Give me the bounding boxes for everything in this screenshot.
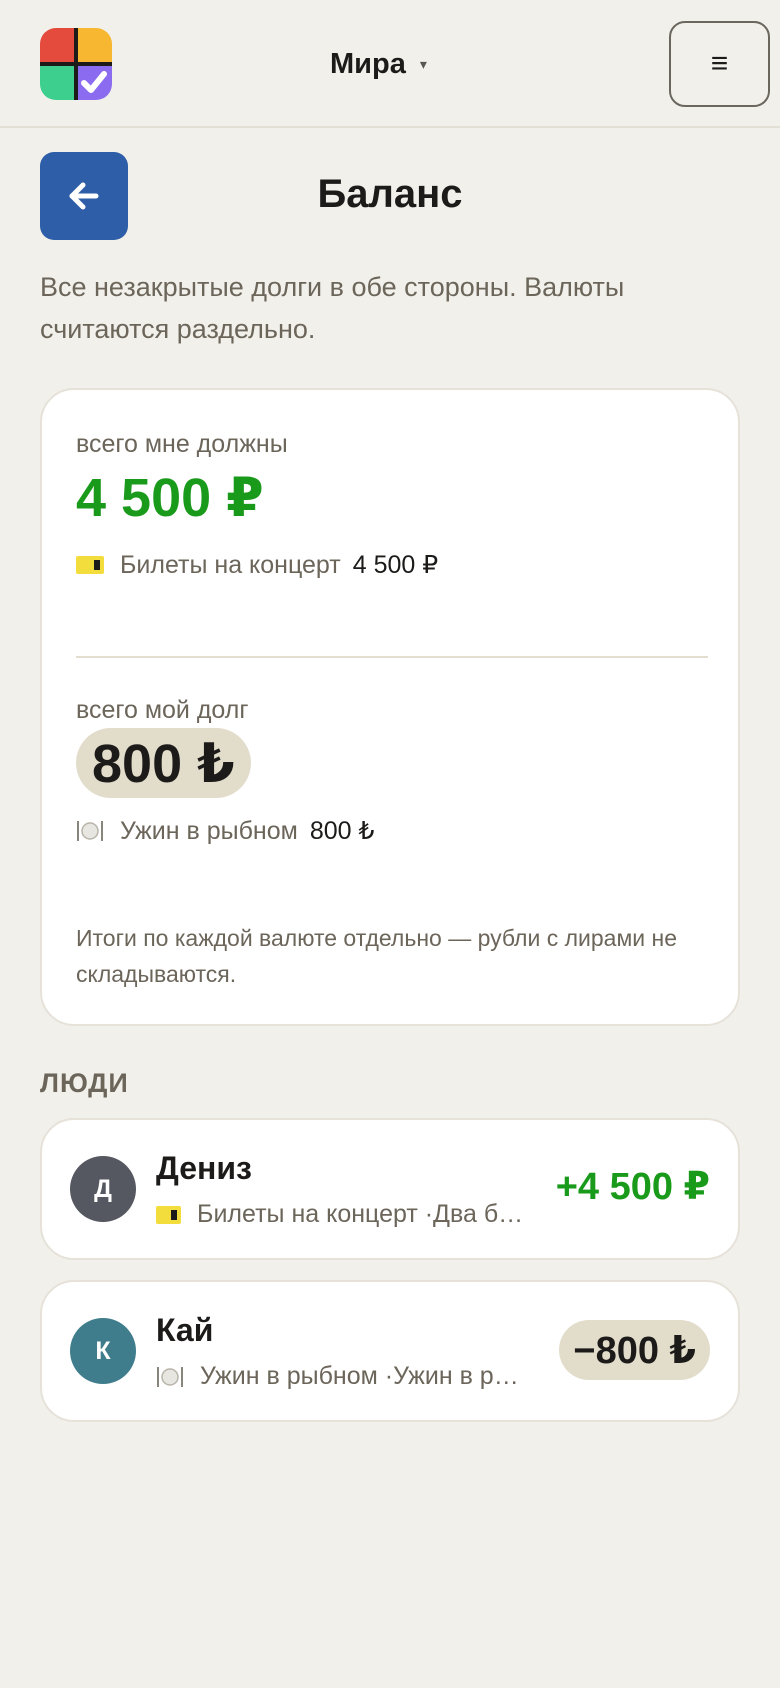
balance-summary-card: всего мне должны 4 500 ₽ Билеты на конце… [40,388,740,1026]
person-subtitle: Билеты на концерт ·Два билета [156,1200,526,1229]
app-logo-icon[interactable] [40,28,112,100]
plate-cutlery-icon [156,1363,184,1391]
menu-button[interactable]: ≡ [669,21,770,107]
person-subtitle: Ужин в рыбном ·Ужин в рыбном [156,1362,526,1391]
my-debt-label: всего мой долг [76,696,249,724]
person-name: Кай [156,1312,214,1348]
debt-item-label: Ужин в рыбном [120,816,298,845]
divider [76,656,708,658]
person-card-deniz[interactable]: Д Дениз Билеты на концерт ·Два билета +4… [40,1118,740,1260]
owed-item-label: Билеты на концерт [120,550,341,579]
avatar: К [70,1318,136,1384]
currency-note: Итоги по каждой валюте отдельно — рубли … [76,925,677,987]
user-switcher[interactable]: Мира ▾ [330,42,427,86]
page-intro: Все незакрытые долги в обе стороны. Валю… [40,272,625,344]
my-debt-total: 800 ₺ [76,728,251,798]
owed-to-me-total: 4 500 ₽ [76,468,264,528]
ticket-icon [76,556,104,574]
person-name: Дениз [156,1150,252,1186]
plate-cutlery-icon [76,817,104,845]
user-name: Мира [330,47,406,80]
owed-item-amount: 4 500 ₽ [352,551,439,579]
owed-to-me-label: всего мне должны [76,430,288,458]
person-balance: +4 500 ₽ [555,1166,710,1208]
my-debt-item: Ужин в рыбном 800 ₺ [76,816,374,846]
people-section-title: ЛЮДИ [40,1068,129,1098]
person-balance: −800 ₺ [559,1320,710,1380]
owed-to-me-item: Билеты на концерт 4 500 ₽ [76,550,438,580]
avatar: Д [70,1156,136,1222]
debt-item-amount: 800 ₺ [309,817,375,845]
person-card-kai[interactable]: К Кай Ужин в рыбном ·Ужин в рыбном −800 … [40,1280,740,1422]
ticket-icon [156,1205,182,1224]
page-title: Баланс [317,172,463,216]
person-subtitle-text: Билеты на концерт ·Два билета [197,1200,526,1228]
top-bar: Мира ▾ ≡ [0,0,780,128]
person-subtitle-text: Ужин в рыбном ·Ужин в рыбном [200,1362,526,1390]
chevron-down-icon: ▾ [419,55,427,72]
hamburger-icon: ≡ [710,47,729,80]
